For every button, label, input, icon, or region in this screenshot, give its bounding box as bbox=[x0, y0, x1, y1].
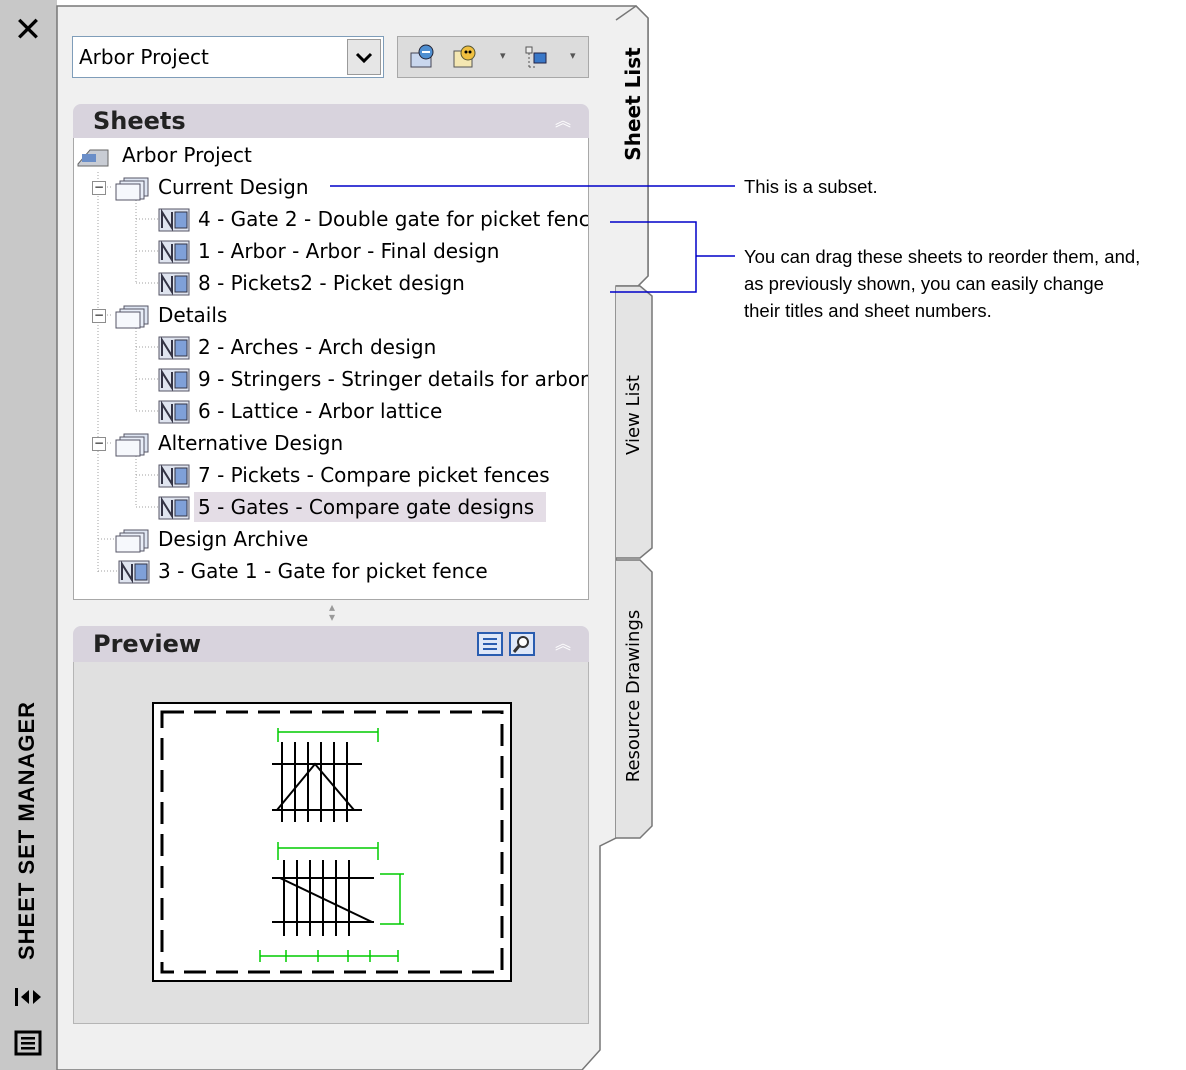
callout-drag-note-line-1: You can drag these sheets to reorder the… bbox=[744, 246, 1141, 267]
callout-subset-note: This is a subset. bbox=[744, 176, 878, 197]
callout-lines bbox=[330, 185, 735, 293]
callout-drag-note-line-2: as previously shown, you can easily chan… bbox=[744, 273, 1104, 294]
callout-drag-note-line-3: their titles and sheet numbers. bbox=[744, 300, 992, 321]
